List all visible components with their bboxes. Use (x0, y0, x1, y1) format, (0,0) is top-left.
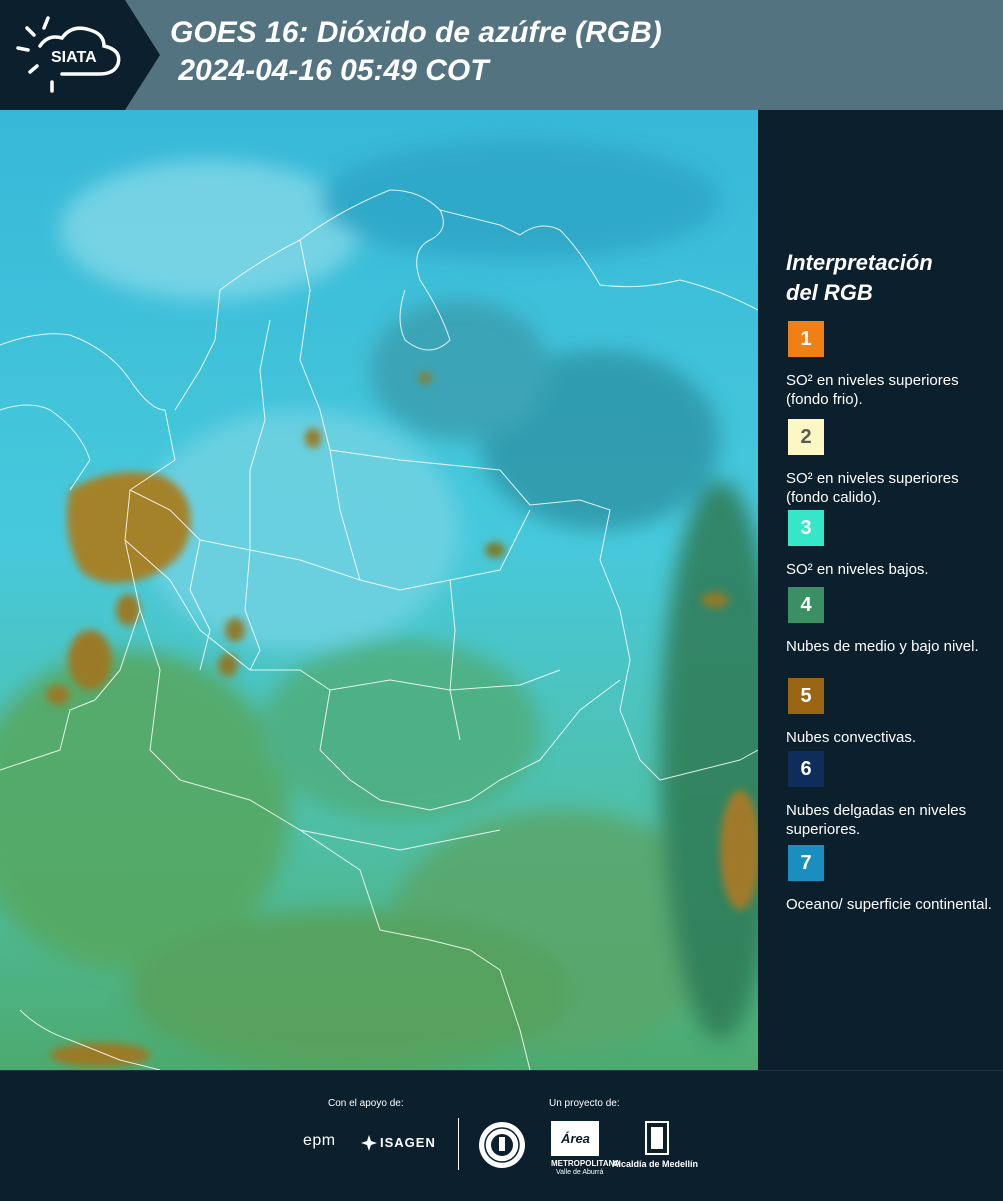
footer-sponsors: Con el apoyo de: Un proyecto de: epm ISA… (0, 1070, 1003, 1201)
legend-description-3: SO² en niveles bajos. (786, 561, 929, 578)
area-metropolitana-sub-label: Valle de Aburrá (556, 1169, 604, 1176)
legend-title: Interpretación del RGB (786, 248, 996, 308)
alcaldia-shield-icon (645, 1121, 669, 1155)
siata-logo-panel: SIATA (0, 0, 160, 110)
legend-description-7: Oceano/ superficie continental. (786, 896, 992, 913)
legend-item-4: 4 Nubes de medio y bajo nivel. (786, 587, 996, 656)
legend-swatch-6: 6 (788, 751, 824, 787)
legend-swatch-2: 2 (788, 419, 824, 455)
title-block: GOES 16: Dióxido de azúfre (RGB) 2024-04… (170, 14, 662, 90)
medellin-university-seal-icon (478, 1121, 526, 1169)
legend-item-3: 3 SO² en niveles bajos. (786, 510, 996, 579)
legend-description-1: SO² en niveles superiores (fondo frio). (786, 372, 959, 408)
satellite-map (0, 110, 758, 1070)
legend-description-6: Nubes delgadas en niveles superiores. (786, 802, 967, 838)
alcaldia-label: Alcaldía de Medellín (612, 1159, 699, 1169)
legend-description-2: SO² en niveles superiores (fondo calido)… (786, 470, 959, 506)
legend-swatch-4: 4 (788, 587, 824, 623)
legend-description-4: Nubes de medio y bajo nivel. (786, 638, 979, 655)
support-caption: Con el apoyo de: (328, 1098, 404, 1109)
product-title: GOES 16: Dióxido de azúfre (RGB) (170, 16, 662, 49)
epm-logo: epm (303, 1132, 336, 1149)
legend-description-5: Nubes convectivas. (786, 729, 917, 746)
legend-item-5: 5 Nubes convectivas. (786, 678, 996, 747)
satellite-rgb-image (0, 110, 758, 1070)
legend-item-6: 6 Nubes delgadas en niveles superiores. (786, 751, 996, 839)
project-caption: Un proyecto de: (549, 1098, 620, 1109)
legend-swatch-1: 1 (788, 321, 824, 357)
footer-separator (458, 1118, 459, 1170)
siata-logo-text: SIATA (51, 49, 97, 66)
header-bar: SIATA GOES 16: Dióxido de azúfre (RGB) 2… (0, 0, 1003, 110)
siata-logo: SIATA (0, 0, 160, 110)
legend-title-line1: Interpretación (786, 250, 933, 275)
legend-title-line2: del RGB (786, 280, 873, 305)
legend-item-2: 2 SO² en niveles superiores (fondo calido… (786, 419, 996, 507)
area-metropolitana-logo-icon: Área (551, 1121, 599, 1156)
isagen-logo: ISAGEN (380, 1135, 436, 1150)
legend-item-1: 1 SO² en niveles superiores (fondo frio). (786, 321, 996, 409)
legend-swatch-5: 5 (788, 678, 824, 714)
isagen-mark-icon (361, 1135, 377, 1151)
legend-item-7: 7 Oceano/ superficie continental. (786, 845, 996, 914)
timestamp: 2024-04-16 05:49 COT (170, 54, 489, 87)
legend-swatch-3: 3 (788, 510, 824, 546)
legend-panel: Interpretación del RGB 1 SO² en niveles s… (786, 248, 996, 913)
area-metropolitana-logo-text: Área (561, 1131, 590, 1146)
legend-swatch-7: 7 (788, 845, 824, 881)
area-metropolitana-label: METROPOLITANA (551, 1159, 621, 1168)
